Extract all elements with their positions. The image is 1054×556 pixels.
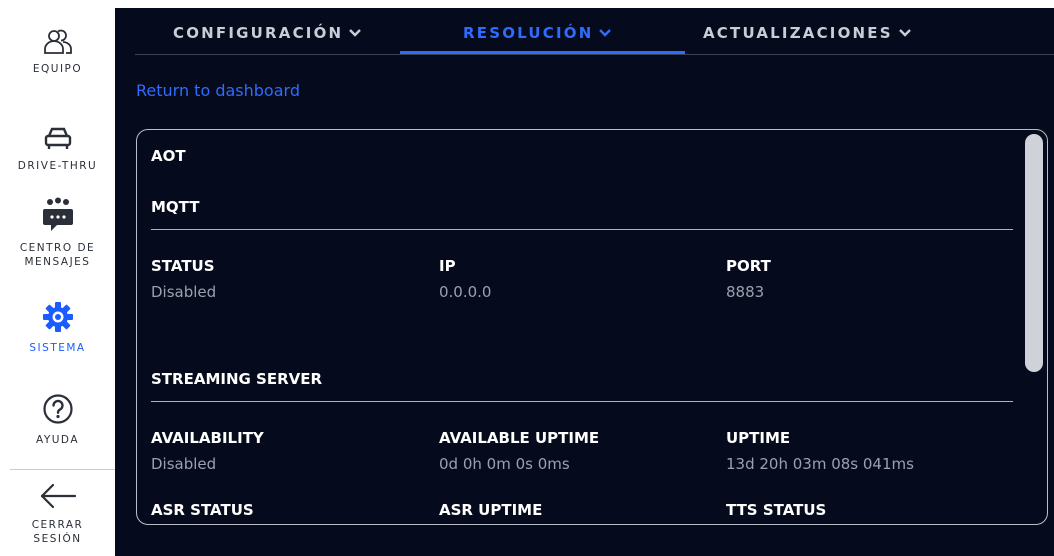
tab-bar: CONFIGURACIÓN RESOLUCIÓN ACTUALIZACIONES — [135, 8, 1054, 55]
main-panel: CONFIGURACIÓN RESOLUCIÓN ACTUALIZACIONES… — [115, 8, 1054, 556]
sidebar: EQUIPO DRIVE-THRU CENTRO DE MENSAJES SIS… — [0, 0, 115, 556]
car-icon — [38, 119, 78, 159]
card-scrollbar-thumb[interactable] — [1025, 134, 1043, 372]
sidebar-item-cerrar-sesion[interactable]: CERRAR SESIÓN — [0, 476, 115, 546]
uptime-value: 13d 20h 03m 08s 041ms — [726, 455, 914, 473]
sidebar-item-label: AYUDA — [35, 434, 80, 446]
tab-label: ACTUALIZACIONES — [703, 24, 893, 42]
availability-value: Disabled — [151, 455, 217, 473]
sidebar-label-line: CENTRO DE — [19, 242, 96, 254]
tab-label: CONFIGURACIÓN — [173, 24, 344, 42]
section-title-mqtt: MQTT — [151, 198, 200, 216]
tab-actualizaciones[interactable]: ACTUALIZACIONES — [703, 24, 912, 42]
sidebar-item-sistema[interactable]: SISTEMA — [0, 297, 115, 355]
mqtt-port-label: PORT — [726, 257, 771, 275]
help-icon — [38, 389, 78, 429]
sidebar-divider — [10, 469, 115, 470]
section-divider — [151, 229, 1013, 230]
section-divider — [151, 401, 1013, 402]
sidebar-label-line: CERRAR — [31, 519, 84, 531]
tab-label: RESOLUCIÓN — [463, 24, 594, 42]
return-to-dashboard-link[interactable]: Return to dashboard — [136, 81, 300, 100]
chevron-down-icon — [898, 28, 912, 38]
card-content: AOT MQTT STATUS Disabled IP 0.0.0.0 PORT… — [137, 130, 1017, 524]
asr-uptime-label: ASR UPTIME — [439, 501, 543, 519]
logout-arrow-icon — [38, 476, 78, 516]
sidebar-label-line: MENSAJES — [24, 256, 91, 268]
section-title-aot: AOT — [151, 147, 186, 165]
active-tab-indicator — [400, 51, 685, 54]
team-icon — [38, 22, 78, 62]
mqtt-status-value: Disabled — [151, 283, 217, 301]
sidebar-item-ayuda[interactable]: AYUDA — [0, 389, 115, 447]
available-uptime-value: 0d 0h 0m 0s 0ms — [439, 455, 570, 473]
chevron-down-icon — [598, 28, 612, 38]
sidebar-item-centro-de-mensajes[interactable]: CENTRO DE MENSAJES — [0, 195, 115, 269]
mqtt-ip-value: 0.0.0.0 — [439, 283, 492, 301]
sidebar-item-label: CENTRO DE MENSAJES — [20, 241, 95, 269]
message-center-icon — [38, 195, 78, 235]
mqtt-port-value: 8883 — [726, 283, 765, 301]
tab-configuracion[interactable]: CONFIGURACIÓN — [173, 24, 362, 42]
sidebar-label-line: SESIÓN — [33, 533, 82, 545]
tab-resolucion[interactable]: RESOLUCIÓN — [463, 24, 612, 42]
gear-icon — [38, 297, 78, 337]
sidebar-item-label: CERRAR SESIÓN — [32, 518, 84, 546]
asr-status-label: ASR STATUS — [151, 501, 254, 519]
uptime-label: UPTIME — [726, 429, 791, 447]
section-title-streaming-server: STREAMING SERVER — [151, 370, 323, 388]
availability-label: AVAILABILITY — [151, 429, 264, 447]
mqtt-ip-label: IP — [439, 257, 456, 275]
sidebar-item-equipo[interactable]: EQUIPO — [0, 22, 115, 76]
sidebar-item-label: DRIVE-THRU — [17, 160, 98, 172]
chevron-down-icon — [348, 28, 362, 38]
sidebar-item-label: SISTEMA — [29, 342, 86, 354]
available-uptime-label: AVAILABLE UPTIME — [439, 429, 600, 447]
mqtt-status-label: STATUS — [151, 257, 215, 275]
tts-status-label: TTS STATUS — [726, 501, 827, 519]
diagnostics-card: AOT MQTT STATUS Disabled IP 0.0.0.0 PORT… — [136, 129, 1048, 525]
sidebar-item-drive-thru[interactable]: DRIVE-THRU — [0, 119, 115, 173]
sidebar-item-label: EQUIPO — [32, 63, 83, 75]
